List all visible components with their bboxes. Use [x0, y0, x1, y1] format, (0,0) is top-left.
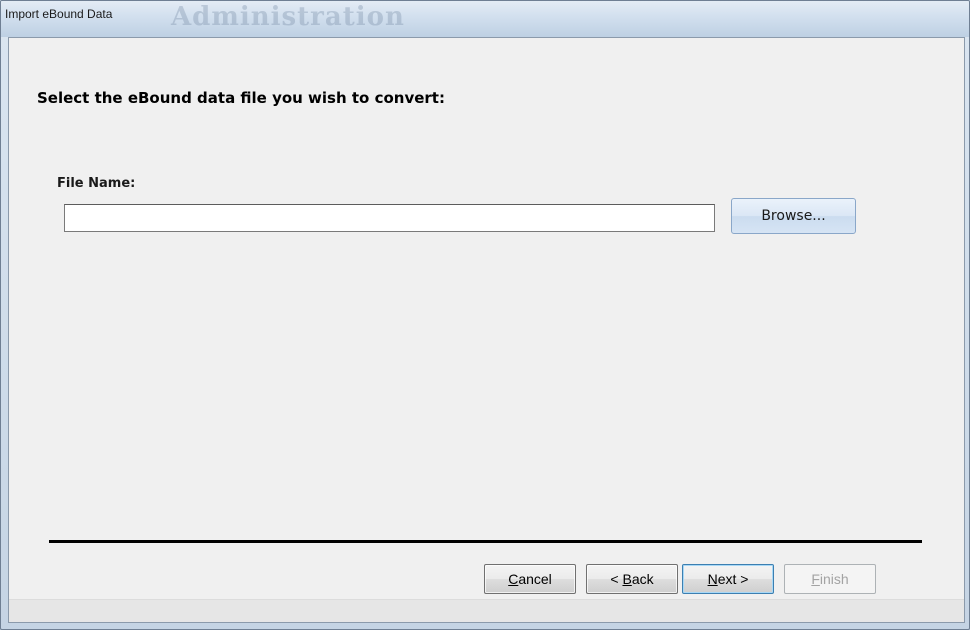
back-mnemonic: B: [622, 571, 632, 587]
wizard-client-area: Select the eBound data file you wish to …: [8, 37, 965, 623]
next-button[interactable]: Next >: [682, 564, 774, 594]
next-label: ext >: [717, 571, 749, 587]
back-button[interactable]: < Back: [586, 564, 678, 594]
import-ebound-data-window: Administration Import eBound Data Select…: [0, 0, 970, 630]
back-label: ack: [631, 571, 654, 587]
finish-mnemonic: F: [811, 571, 820, 587]
title-bar[interactable]: Administration Import eBound Data: [1, 1, 969, 37]
cancel-mnemonic: C: [508, 571, 519, 587]
bottom-status-strip: [9, 599, 964, 622]
background-window-title: Administration: [171, 2, 405, 32]
browse-button[interactable]: Browse...: [731, 198, 856, 234]
cancel-button[interactable]: Cancel: [484, 564, 576, 594]
finish-label: inish: [819, 571, 849, 587]
window-title: Import eBound Data: [5, 7, 113, 21]
page-heading: Select the eBound data file you wish to …: [37, 89, 445, 107]
wizard-separator-line: [49, 540, 922, 543]
back-prefix: <: [610, 571, 623, 587]
file-name-input[interactable]: [64, 204, 715, 232]
cancel-label: ancel: [518, 571, 552, 587]
file-name-label: File Name:: [57, 176, 136, 191]
next-mnemonic: N: [707, 571, 718, 587]
finish-button: Finish: [784, 564, 876, 594]
